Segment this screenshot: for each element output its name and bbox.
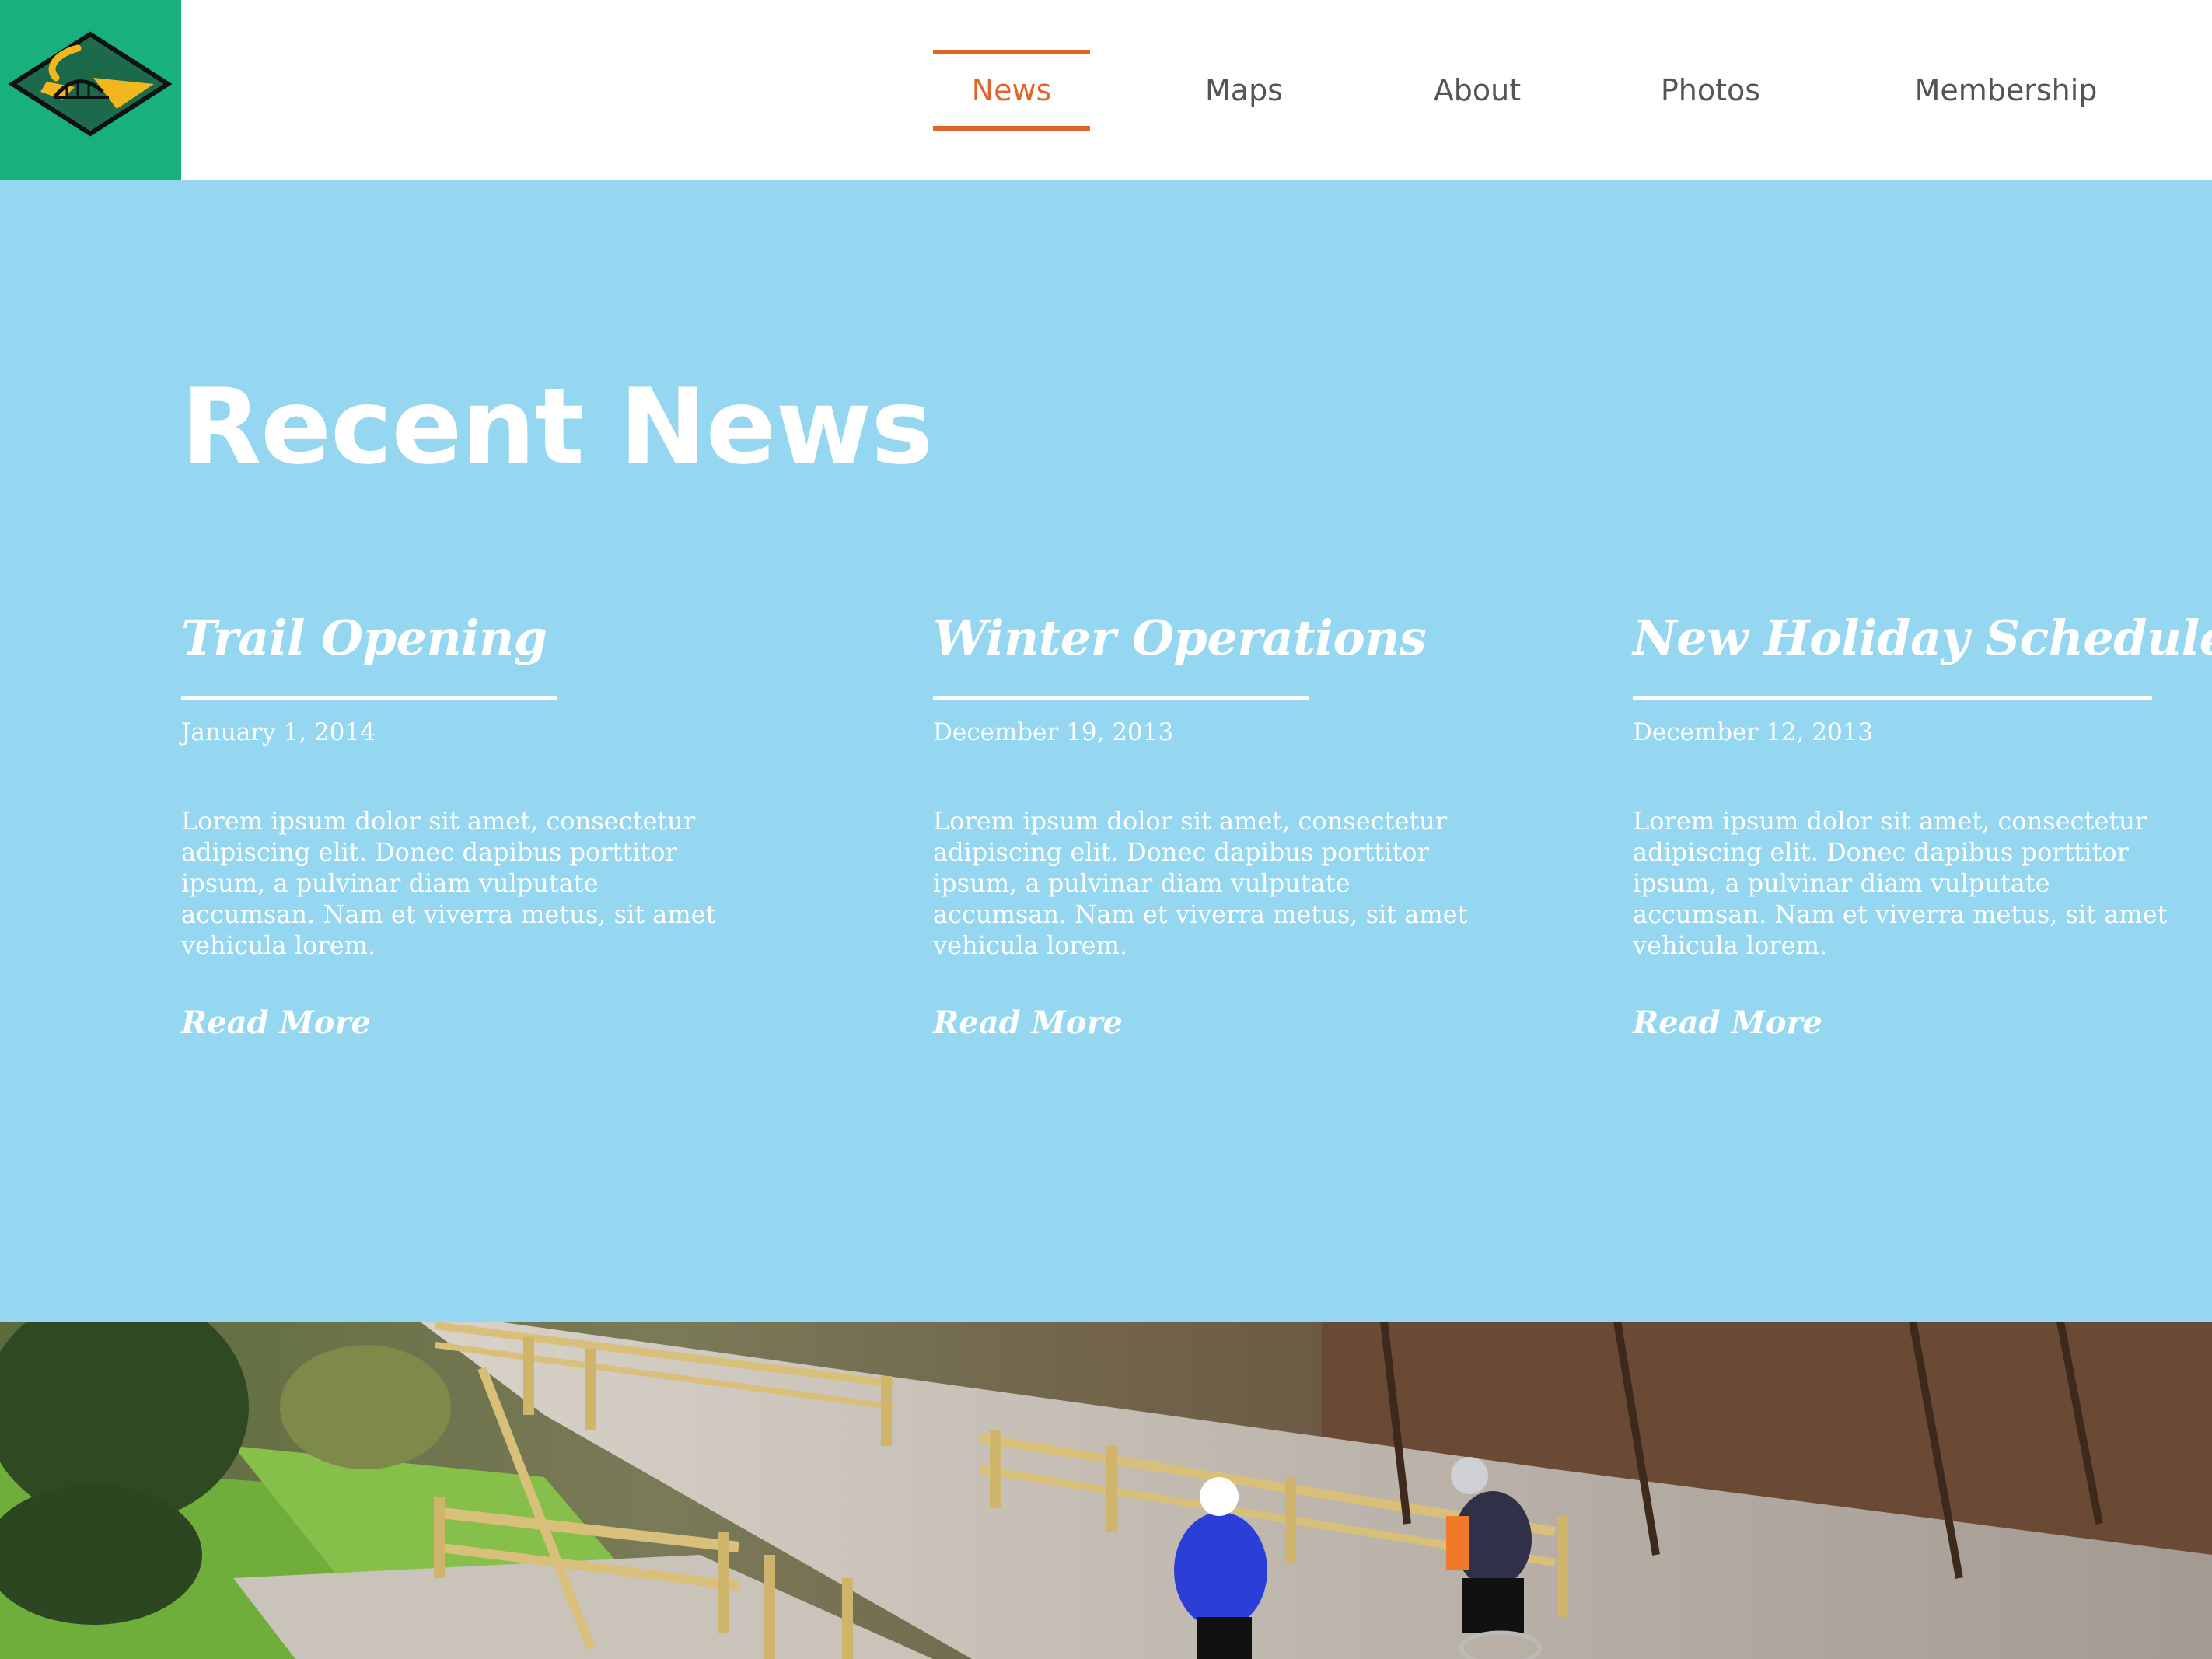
read-more-link[interactable]: Read More (181, 1004, 371, 1041)
news-card-body: Lorem ipsum dolor sit amet, consectetur … (181, 805, 716, 960)
read-more-link[interactable]: Read More (1633, 1004, 1822, 1041)
news-card: New Holiday Schedule December 12, 2013 L… (1633, 609, 2212, 1041)
news-card-body: Lorem ipsum dolor sit amet, consectetur … (933, 805, 1468, 960)
news-card-title[interactable]: Trail Opening (181, 609, 725, 667)
page-title: Recent News (181, 366, 933, 487)
read-more-link[interactable]: Read More (933, 1004, 1123, 1041)
divider (933, 696, 1309, 700)
recent-news-section: Recent News Trail Opening January 1, 201… (0, 180, 2212, 1322)
divider (1633, 696, 2152, 700)
nav-item-about[interactable]: About (1423, 50, 1532, 131)
divider (181, 696, 557, 700)
news-card: Winter Operations December 19, 2013 Lore… (933, 609, 1477, 1041)
logo[interactable] (0, 0, 181, 180)
news-card-date: December 12, 2013 (1633, 718, 1874, 747)
news-card-title[interactable]: New Holiday Schedule (1633, 609, 2212, 667)
nav-item-photos[interactable]: Photos (1648, 50, 1773, 131)
news-card-date: January 1, 2014 (181, 718, 376, 747)
news-card-date: December 19, 2013 (933, 718, 1174, 747)
news-card-body: Lorem ipsum dolor sit amet, consectetur … (1633, 805, 2168, 960)
news-card-title[interactable]: Winter Operations (933, 609, 1477, 667)
nav-item-membership[interactable]: Membership (1905, 50, 2107, 131)
nav-item-maps[interactable]: Maps (1190, 50, 1298, 131)
trail-photo (0, 1322, 2212, 1659)
news-card: Trail Opening January 1, 2014 Lorem ipsu… (181, 609, 725, 1041)
trail-logo-icon (8, 31, 173, 137)
site-header: News Maps About Photos Membership (0, 0, 2212, 180)
nav-item-news[interactable]: News (933, 50, 1090, 131)
